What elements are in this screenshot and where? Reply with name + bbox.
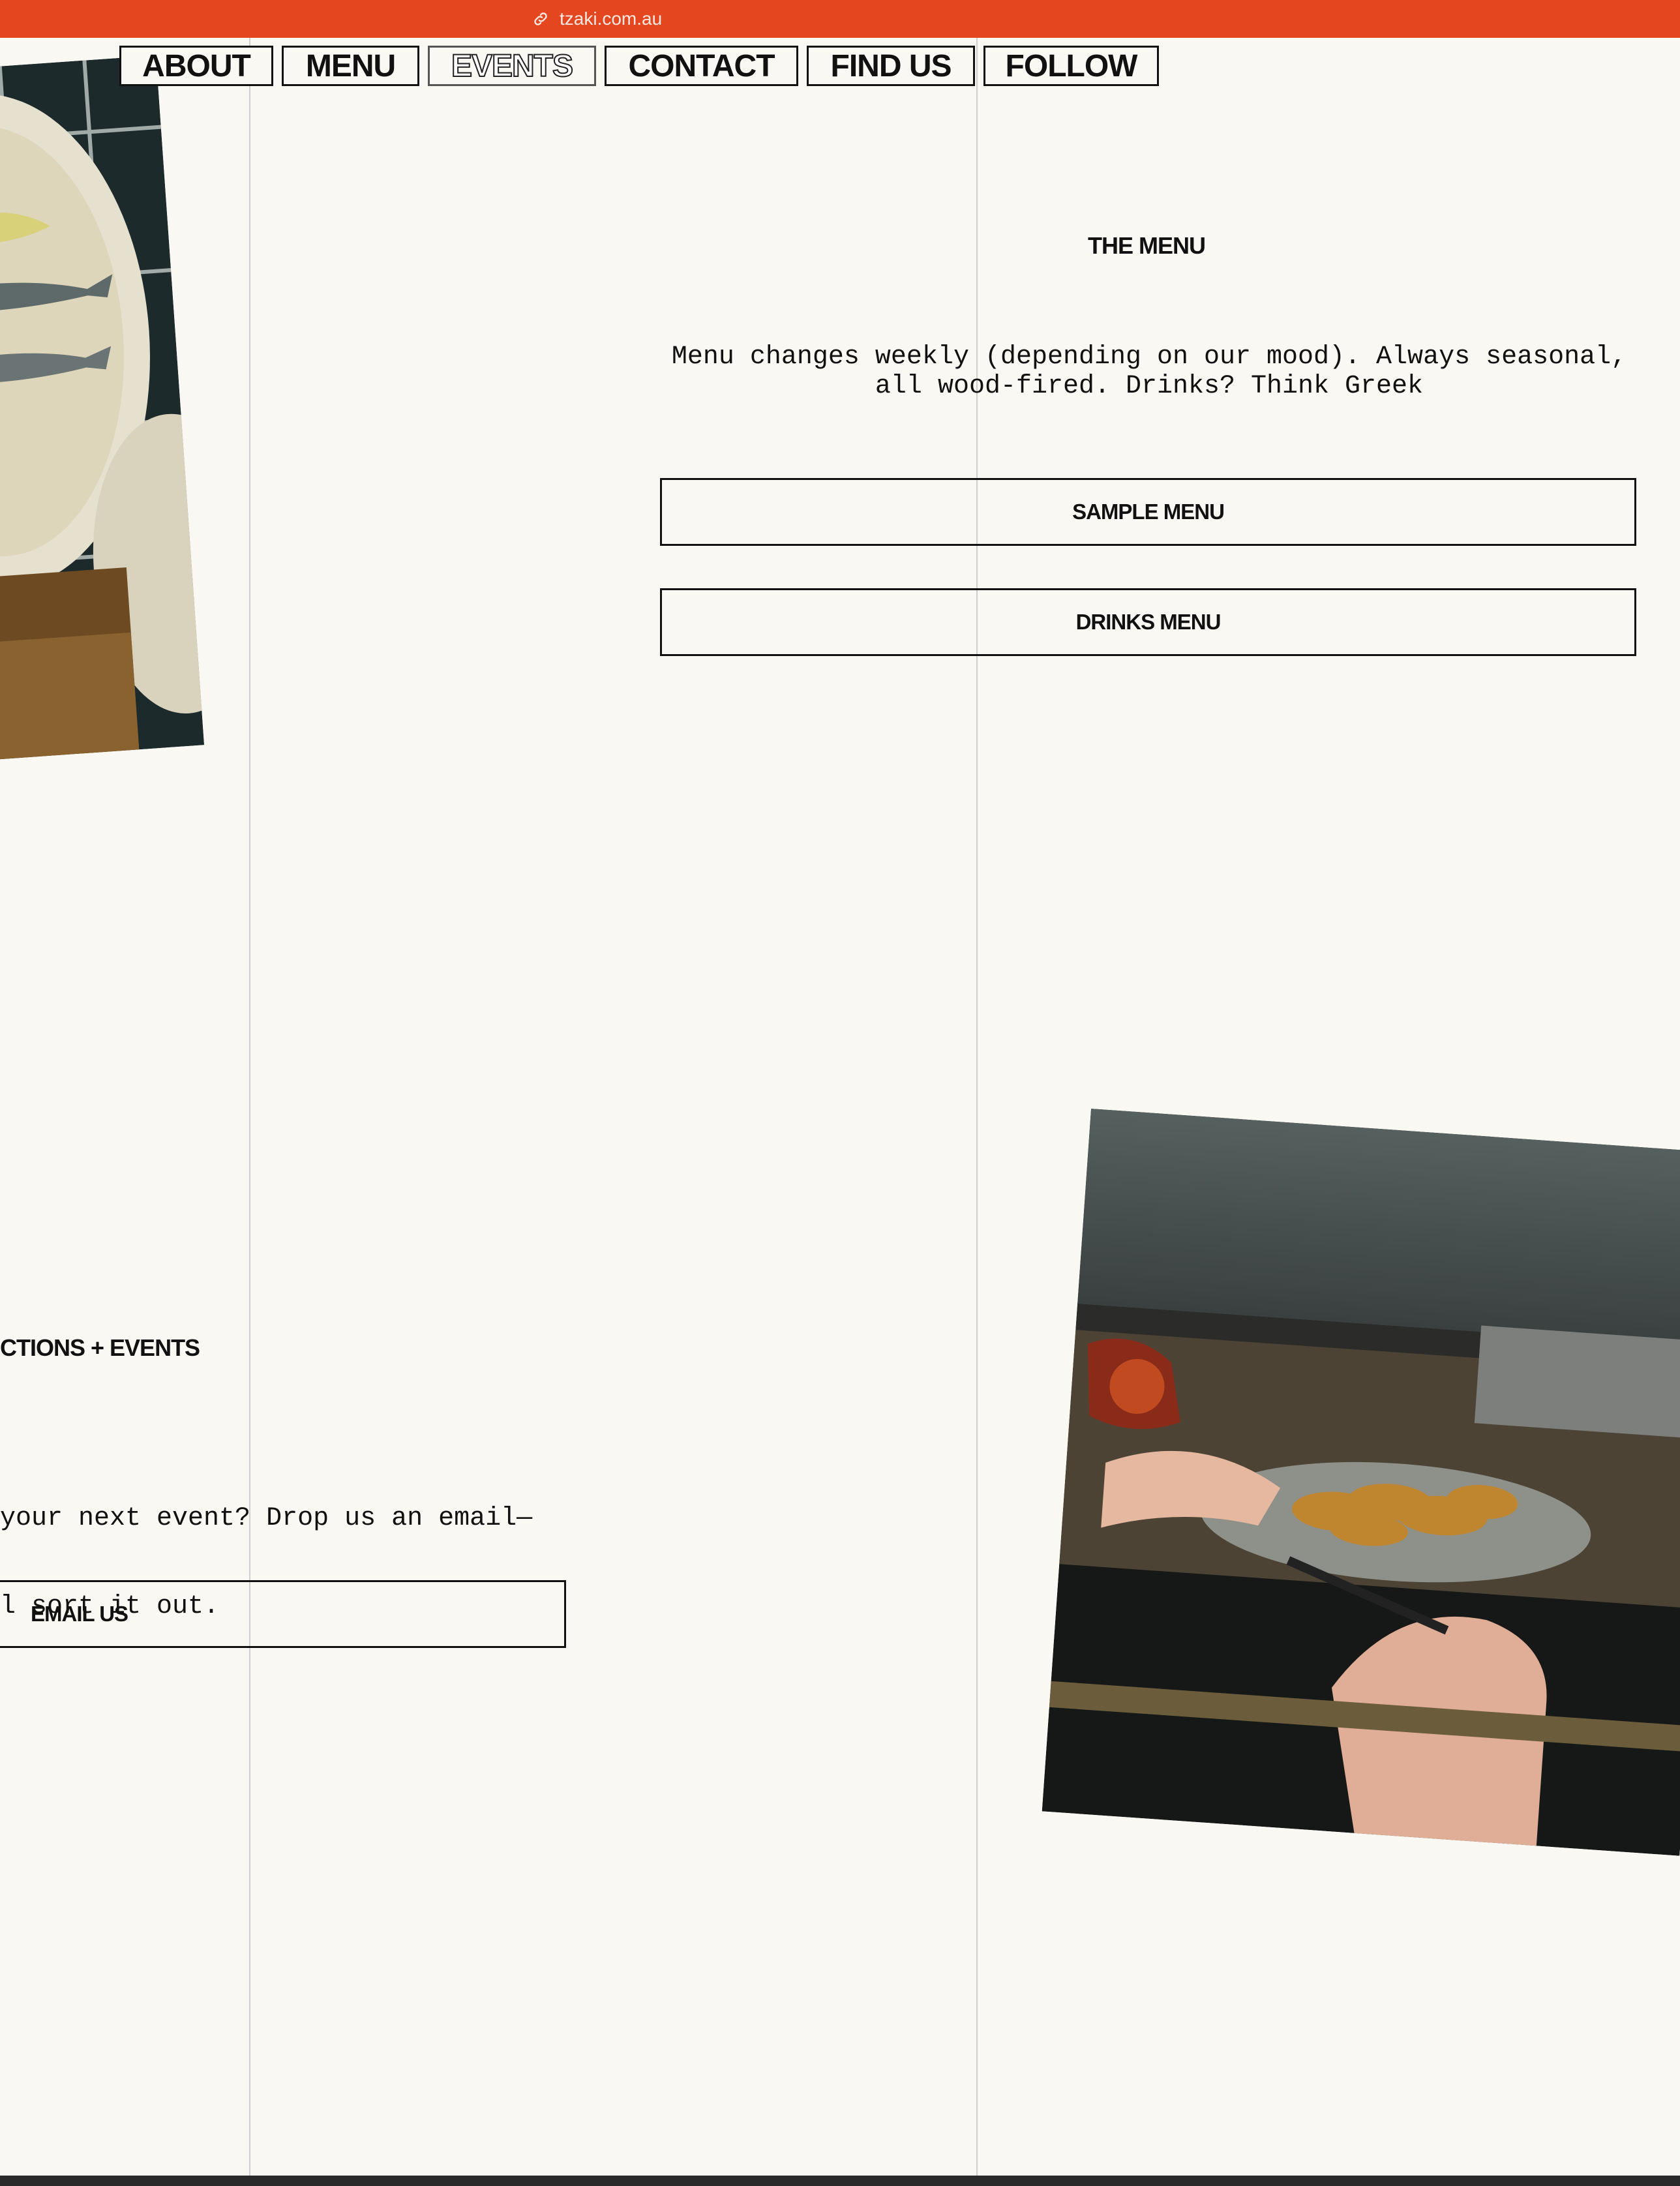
url-container: tzaki.com.au xyxy=(532,0,662,38)
menu-section-title: THE MENU xyxy=(1088,232,1206,259)
oven-chicken-image xyxy=(1042,1109,1680,1856)
browser-url-bar[interactable]: tzaki.com.au xyxy=(0,0,1680,38)
nav-find-us[interactable]: FIND US xyxy=(807,46,975,86)
nav-events[interactable]: EVENTS xyxy=(428,46,596,86)
sample-menu-button[interactable]: SAMPLE MENU xyxy=(660,478,1636,546)
main-nav: ABOUT MENU EVENTS CONTACT FIND US FOLLOW xyxy=(119,46,1159,86)
wood-oven-photo xyxy=(1042,1109,1680,1856)
guide-line-left xyxy=(249,38,250,2176)
bottom-bar xyxy=(0,2176,1680,2186)
menu-description-line-1: Menu changes weekly (depending on our mo… xyxy=(671,342,1627,372)
menu-description: Menu changes weekly (depending on our mo… xyxy=(661,342,1637,401)
food-photo-fish xyxy=(0,55,205,762)
email-us-button[interactable]: EMAIL US xyxy=(0,1580,566,1648)
link-icon xyxy=(534,12,547,25)
menu-description-line-2: all wood-fired. Drinks? Think Greek xyxy=(875,372,1424,401)
nav-follow[interactable]: FOLLOW xyxy=(983,46,1159,86)
nav-contact[interactable]: CONTACT xyxy=(605,46,798,86)
events-section-title: CTIONS + EVENTS xyxy=(0,1334,200,1361)
nav-menu[interactable]: MENU xyxy=(282,46,419,86)
drinks-menu-button[interactable]: DRINKS MENU xyxy=(660,588,1636,656)
url-text: tzaki.com.au xyxy=(560,8,663,29)
nav-about[interactable]: ABOUT xyxy=(119,46,273,86)
events-description-line-1: your next event? Drop us an email— xyxy=(0,1504,533,1533)
fish-plate-image xyxy=(0,55,205,762)
